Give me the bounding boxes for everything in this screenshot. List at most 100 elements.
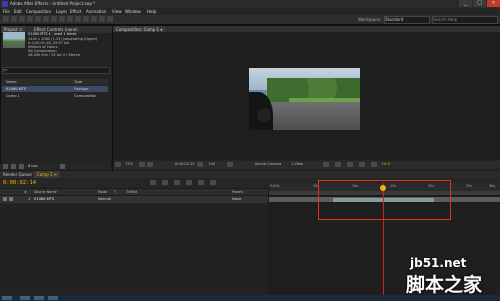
- hand-tool-icon[interactable]: [11, 16, 17, 22]
- item-type: Footage: [74, 87, 89, 91]
- item-type: Composition: [74, 94, 97, 98]
- views-dropdown[interactable]: 1 View: [291, 162, 303, 166]
- delete-icon[interactable]: [60, 164, 65, 169]
- camera-dropdown[interactable]: Active Camera: [255, 162, 281, 166]
- layer-index: 1: [28, 197, 31, 201]
- taskbar-app-icon[interactable]: [20, 296, 30, 300]
- video-frame: [249, 68, 360, 130]
- hide-shy-layers-icon[interactable]: [174, 180, 180, 185]
- draft-3d-icon[interactable]: [162, 180, 168, 185]
- zoom-tool-icon[interactable]: [19, 16, 25, 22]
- minimize-button[interactable]: _: [459, 0, 472, 7]
- search-help-input[interactable]: Search Help: [432, 16, 498, 24]
- table-row[interactable]: 1 01460.MTS Normal None: [0, 196, 268, 203]
- ruler-tick: 30s: [489, 184, 496, 188]
- current-time-display[interactable]: 0:00:02:14: [3, 180, 36, 186]
- brush-tool-icon[interactable]: [75, 16, 81, 22]
- eraser-tool-icon[interactable]: [91, 16, 97, 22]
- taskbar-app-icon[interactable]: [48, 296, 58, 300]
- timeline-icon[interactable]: [347, 162, 353, 167]
- column-t[interactable]: T: [114, 190, 116, 194]
- flowchart-icon[interactable]: [359, 162, 365, 167]
- workspace-label: Workspace:: [358, 17, 382, 22]
- puppet-tool-icon[interactable]: [107, 16, 113, 22]
- workspace-dropdown[interactable]: Standard: [384, 16, 430, 24]
- layer-column-header: # Source Name Mode T TrkMat Parent: [0, 189, 268, 195]
- snapshot-icon[interactable]: [197, 162, 203, 167]
- timeline-tabbar: Render Queue Comp 1 ×: [0, 171, 500, 178]
- interpret-footage-icon[interactable]: [3, 164, 8, 169]
- fast-previews-icon[interactable]: [335, 162, 341, 167]
- column-name[interactable]: Name: [6, 79, 17, 85]
- mask-tool-icon[interactable]: [51, 16, 57, 22]
- current-time-indicator[interactable]: [383, 183, 384, 295]
- clone-tool-icon[interactable]: [83, 16, 89, 22]
- rotate-tool-icon[interactable]: [27, 16, 33, 22]
- layer-parent[interactable]: None: [232, 197, 241, 201]
- pen-tool-icon[interactable]: [59, 16, 65, 22]
- viewer-controls: 72% 0:00:02:14 Full Active Camera 1 View…: [113, 161, 500, 169]
- grid-icon[interactable]: [147, 162, 153, 167]
- project-column-header: Name Type: [2, 79, 108, 85]
- bpc-label[interactable]: 8 bpc: [28, 164, 38, 168]
- zoom-dropdown[interactable]: 72%: [125, 162, 133, 166]
- frame-blending-icon[interactable]: [186, 180, 192, 185]
- region-of-interest-icon[interactable]: [227, 162, 233, 167]
- start-button-icon[interactable]: [2, 296, 12, 300]
- column-number: #: [24, 190, 27, 194]
- new-composition-icon[interactable]: [19, 164, 24, 169]
- column-type[interactable]: Type: [74, 79, 82, 85]
- footage-thumbnail: [3, 32, 25, 48]
- maximize-button[interactable]: □: [473, 0, 486, 7]
- toggle-pixel-aspect-icon[interactable]: [323, 162, 329, 167]
- camera-tool-icon[interactable]: [35, 16, 41, 22]
- menu-composition[interactable]: Composition: [26, 9, 51, 14]
- resolution-dropdown[interactable]: Full: [209, 162, 215, 166]
- menu-animation[interactable]: Animation: [86, 9, 106, 14]
- selection-tool-icon[interactable]: [3, 16, 9, 22]
- roto-brush-tool-icon[interactable]: [99, 16, 105, 22]
- item-name: 01460.MTS: [6, 87, 27, 91]
- menu-bar: File Edit Composition Layer Effect Anima…: [0, 8, 500, 15]
- playhead-handle[interactable]: [380, 185, 386, 191]
- column-parent[interactable]: Parent: [232, 190, 243, 194]
- window-title: Adobe After Effects - Untitled Project.a…: [10, 1, 96, 6]
- new-folder-icon[interactable]: [11, 164, 16, 169]
- menu-window[interactable]: Window: [125, 9, 141, 14]
- tab-comp-1[interactable]: Comp 1 ×: [34, 171, 61, 178]
- video-car-mirror: [257, 108, 271, 122]
- audio-icon[interactable]: [9, 197, 13, 201]
- column-source-name[interactable]: Source Name: [34, 190, 57, 194]
- tab-render-queue[interactable]: Render Queue: [0, 171, 35, 178]
- close-button[interactable]: ×: [487, 0, 500, 7]
- graph-editor-icon[interactable]: [210, 180, 216, 185]
- reset-exposure-icon[interactable]: [371, 162, 377, 167]
- list-item[interactable]: 01460.MTS Footage: [2, 86, 108, 92]
- project-search-input[interactable]: ρ▾: [2, 67, 110, 74]
- composition-mini-flowchart-icon[interactable]: [150, 180, 156, 185]
- ruler-tick: 25s: [466, 184, 473, 188]
- type-tool-icon[interactable]: [67, 16, 73, 22]
- eye-icon[interactable]: [3, 197, 7, 201]
- taskbar-app-icon[interactable]: [34, 296, 44, 300]
- column-mode[interactable]: Mode: [98, 190, 107, 194]
- layer-mode[interactable]: Normal: [98, 197, 111, 201]
- watermark-brand: 脚本之家: [406, 274, 483, 296]
- exposure-value[interactable]: +0.0: [381, 162, 390, 166]
- menu-edit[interactable]: Edit: [14, 9, 22, 14]
- pan-behind-tool-icon[interactable]: [43, 16, 49, 22]
- column-trkmat[interactable]: TrkMat: [126, 190, 137, 194]
- layer-name[interactable]: 01460.MTS: [34, 197, 54, 201]
- menu-view[interactable]: View: [112, 9, 122, 14]
- list-item[interactable]: Comp 1 Composition: [2, 93, 108, 99]
- always-preview-icon[interactable]: [115, 162, 121, 167]
- menu-help[interactable]: Help: [147, 9, 156, 14]
- after-effects-logo-icon: [2, 1, 8, 7]
- safe-margins-icon[interactable]: [139, 162, 145, 167]
- menu-layer[interactable]: Layer: [56, 9, 67, 14]
- motion-blur-icon[interactable]: [198, 180, 204, 185]
- viewer-timecode[interactable]: 0:00:02:14: [175, 162, 195, 166]
- menu-file[interactable]: File: [3, 9, 10, 14]
- layer-list-empty: [0, 203, 268, 295]
- menu-effect[interactable]: Effect: [70, 9, 82, 14]
